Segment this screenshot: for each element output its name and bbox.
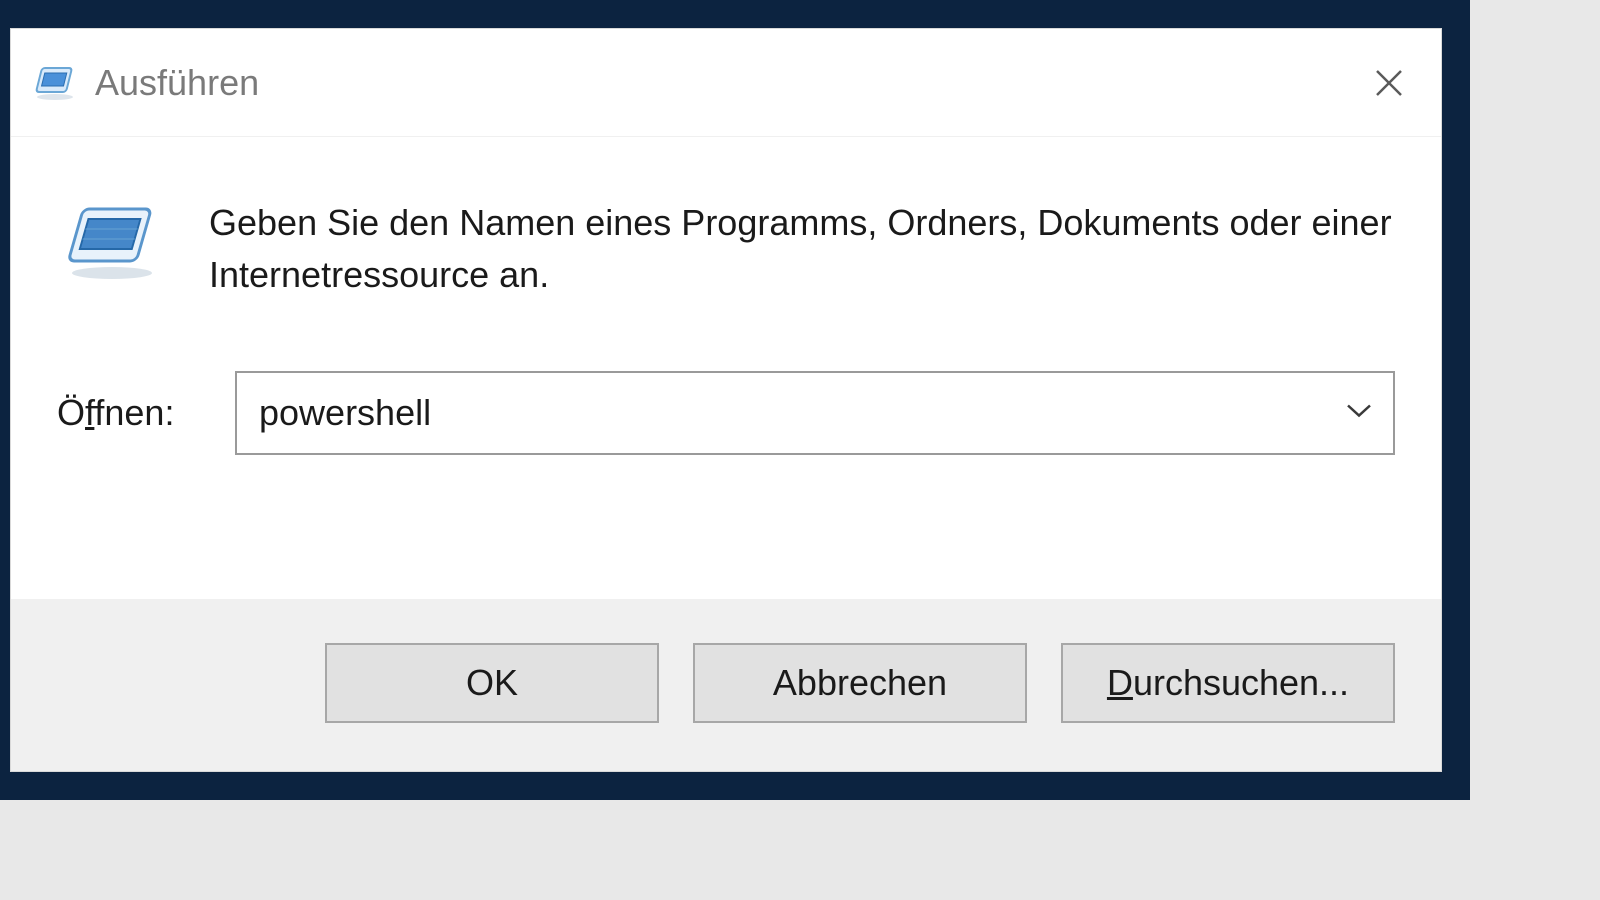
browse-button[interactable]: Durchsuchen... xyxy=(1061,643,1395,723)
desktop-frame: Ausführen xyxy=(0,0,1470,800)
titlebar-left: Ausführen xyxy=(33,62,259,104)
cancel-button[interactable]: Abbrechen xyxy=(693,643,1027,723)
open-label: Öffnen: xyxy=(57,392,207,434)
close-button[interactable] xyxy=(1359,53,1419,113)
dialog-title: Ausführen xyxy=(95,62,259,104)
ok-button[interactable]: OK xyxy=(325,643,659,723)
close-icon xyxy=(1371,65,1407,101)
dialog-footer: OK Abbrechen Durchsuchen... xyxy=(11,599,1441,771)
command-input[interactable] xyxy=(235,371,1395,455)
command-combobox[interactable] xyxy=(235,371,1395,455)
run-dialog-icon xyxy=(33,64,77,102)
titlebar: Ausführen xyxy=(11,29,1441,137)
input-row: Öffnen: xyxy=(57,371,1395,455)
run-program-icon xyxy=(57,203,167,283)
description-row: Geben Sie den Namen eines Programms, Ord… xyxy=(57,197,1395,301)
run-dialog: Ausführen xyxy=(10,28,1442,772)
dialog-content: Geben Sie den Namen eines Programms, Ord… xyxy=(11,137,1441,599)
description-text: Geben Sie den Namen eines Programms, Ord… xyxy=(209,197,1395,301)
